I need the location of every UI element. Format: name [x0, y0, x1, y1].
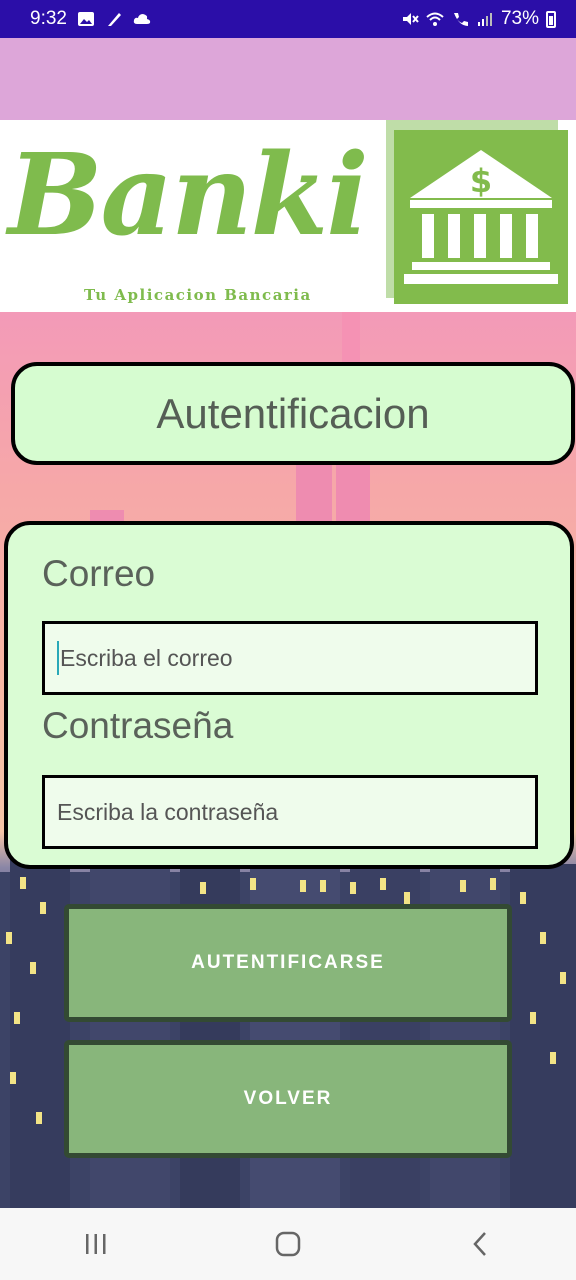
- call-icon: [453, 13, 468, 26]
- wifi-icon: [426, 12, 444, 26]
- recent-apps-icon[interactable]: [66, 1224, 126, 1264]
- status-time: 9:32: [30, 8, 67, 29]
- image-icon: [77, 12, 94, 26]
- password-field[interactable]: Escriba la contraseña: [42, 775, 538, 849]
- email-label: Correo: [42, 553, 156, 594]
- signal-icon: [477, 13, 492, 26]
- mute-icon: [402, 13, 419, 25]
- system-nav-bar: [0, 1208, 576, 1280]
- password-placeholder: Escriba la contraseña: [57, 798, 279, 825]
- email-placeholder: Escriba el correo: [60, 644, 233, 671]
- tagline: Tu Aplicacion Bancaria: [84, 286, 312, 305]
- bank-building-dollar-icon: $: [394, 130, 568, 304]
- email-field[interactable]: Escriba el correo: [42, 621, 538, 695]
- action-bar: [0, 38, 576, 120]
- status-bar: 9:32 73%: [0, 0, 576, 38]
- home-icon[interactable]: [258, 1224, 318, 1264]
- text-cursor: [57, 641, 59, 675]
- login-button[interactable]: AUTENTIFICARSE: [64, 904, 512, 1022]
- tagline-text: Tu Aplicacion Bancaria: [84, 286, 312, 304]
- password-label: Contraseña: [42, 705, 234, 746]
- login-form: Correo Escriba el correo Contraseña Escr…: [4, 521, 574, 869]
- banner: Banki Tu Aplicacion Bancaria $: [0, 120, 576, 312]
- feather-icon: [107, 13, 121, 26]
- page-title: Autentificacion: [11, 362, 575, 465]
- brand-logo-text: Banki: [8, 130, 369, 261]
- battery-icon: [546, 10, 556, 28]
- battery-percent: 73%: [500, 8, 539, 29]
- back-icon[interactable]: [450, 1224, 510, 1264]
- svg-text:$: $: [470, 162, 492, 200]
- cloud-icon: [133, 14, 151, 24]
- back-button[interactable]: VOLVER: [64, 1040, 512, 1158]
